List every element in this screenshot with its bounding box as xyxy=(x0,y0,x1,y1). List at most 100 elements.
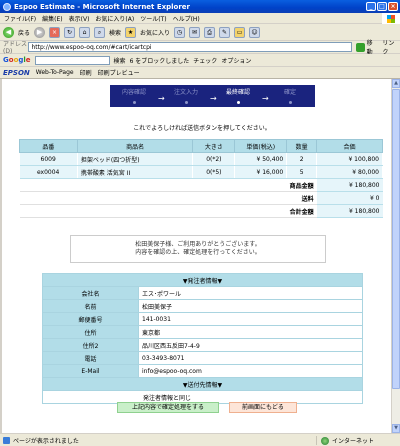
page-loaded-icon xyxy=(3,436,10,444)
home-icon[interactable]: ⌂ xyxy=(79,26,91,38)
step-4-label: 確定 xyxy=(283,89,296,96)
menu-favorites[interactable]: お気に入り(A) xyxy=(95,14,134,23)
thank-you-notice: 松田美保子様、ご利用ありがとうございます。 内容を確認の上、確定処理を行ってくだ… xyxy=(70,235,326,263)
table-row: 電話 03-3493-8071 xyxy=(42,351,363,365)
refresh-icon[interactable]: ↻ xyxy=(64,26,76,38)
scroll-down-icon[interactable]: ▼ xyxy=(392,424,400,433)
search-button[interactable]: 検索 xyxy=(109,28,121,37)
folder-icon[interactable]: ▭ xyxy=(234,26,246,38)
step-3-label: 最終確認 xyxy=(225,89,250,96)
google-search-input[interactable] xyxy=(34,55,110,65)
maximize-button[interactable]: □ xyxy=(377,2,387,11)
table-row: ex0004 携帯酸素 活気宮 II 0(*5) ¥ 16,000 5 ¥ 80… xyxy=(19,165,383,179)
item-no: ex0004 xyxy=(19,165,78,179)
close-button[interactable]: × xyxy=(388,2,398,11)
orderer-header: ▼発注者情報▼ xyxy=(42,273,363,287)
step-arrow-icon: → xyxy=(262,94,269,103)
product-name: 携帯酸素 活気宮 II xyxy=(77,165,194,179)
unit-price: ¥ 50,400 xyxy=(234,152,288,166)
step-arrow-icon: → xyxy=(210,94,217,103)
address-input[interactable]: http://www.espoo-oq.com/#cart/icartcpi xyxy=(28,42,352,52)
favorites-button[interactable]: お気に入り xyxy=(140,28,170,37)
size: 0(*2) xyxy=(192,152,236,166)
total-label: 合計金額 xyxy=(19,204,317,218)
shipping-header: ▼送付先情報▼ xyxy=(42,377,363,391)
amount: ¥ 100,800 xyxy=(316,152,383,166)
epson-print-button[interactable]: 印刷 xyxy=(80,68,92,77)
back-to-previous-button[interactable]: 前画面にもどる xyxy=(229,402,297,413)
address-label: アドレス(D) xyxy=(3,41,28,55)
google-search-button[interactable]: 検索 xyxy=(114,56,126,65)
address2-value: 品川区西五反田7-4-9 xyxy=(138,338,363,352)
stop-icon[interactable]: × xyxy=(49,26,61,38)
email-value: info@espoo-oq.com xyxy=(138,364,363,378)
phone-value: 03-3493-8071 xyxy=(138,351,363,365)
menu-tools[interactable]: ツール(T) xyxy=(140,14,166,23)
google-options-button[interactable]: オプション xyxy=(221,56,251,65)
search-icon[interactable]: ⌕ xyxy=(94,26,106,38)
spell-check-button[interactable]: チェック xyxy=(193,56,217,65)
scroll-up-icon[interactable]: ▲ xyxy=(392,79,400,88)
col-size: 大きさ xyxy=(192,139,236,153)
field-label: 住所2 xyxy=(42,338,139,352)
shipping-label: 送料 xyxy=(19,191,317,205)
menu-view[interactable]: 表示(V) xyxy=(69,14,90,23)
size: 0(*5) xyxy=(192,165,236,179)
mail-icon[interactable]: ✉ xyxy=(189,26,201,38)
qty: 2 xyxy=(286,152,318,166)
vertical-scrollbar[interactable]: ▲ ▼ xyxy=(391,79,400,433)
table-row: 6009 担架ベッド(四つ折型) 0(*2) ¥ 50,400 2 ¥ 100,… xyxy=(19,152,383,166)
status-text: ページが表示されました xyxy=(13,437,79,445)
ie-icon xyxy=(3,2,11,11)
popup-blocked-button[interactable]: 6 をブロックしました xyxy=(130,56,190,65)
col-item-no: 品番 xyxy=(19,139,78,153)
messenger-icon[interactable]: ☺ xyxy=(249,26,261,38)
web-to-page-button[interactable]: Web-To-Page xyxy=(36,69,74,76)
scroll-thumb[interactable] xyxy=(392,89,400,389)
step-2: 注文入力 xyxy=(166,87,206,104)
instruction-text: これでよろしければ送信ボタンを押してください。 xyxy=(133,125,271,132)
window-titlebar: Espoo Estimate - Microsoft Internet Expl… xyxy=(0,0,400,13)
field-label: 名前 xyxy=(42,299,139,313)
menu-help[interactable]: ヘルプ(H) xyxy=(173,14,200,23)
window-title: Espoo Estimate - Microsoft Internet Expl… xyxy=(14,2,190,11)
notice-line-1: 松田美保子様、ご利用ありがとうございます。 xyxy=(135,241,261,248)
favorites-star-icon[interactable]: ★ xyxy=(125,26,137,38)
google-logo: Google xyxy=(3,56,31,64)
standard-toolbar: ◀ 戻る ▶ × ↻ ⌂ ⌕ 検索 ★ お気に入り ◷ ✉ ⎙ ✎ ▭ ☺ xyxy=(0,24,400,41)
minimize-button[interactable]: _ xyxy=(366,2,376,11)
step-2-label: 注文入力 xyxy=(173,89,198,96)
cart-header-row: 品番 商品名 大きさ 単価(税込) 数量 合価 xyxy=(19,139,383,153)
history-icon[interactable]: ◷ xyxy=(174,26,186,38)
orderer-info-table: ▼発注者情報▼ 会社名 エス･ポワール 名前 松田美保子 郵便番号 141-0031 … xyxy=(42,273,363,404)
action-buttons: 上記内容で確定処理をする 前画面にもどる xyxy=(117,402,297,413)
step-dot-icon xyxy=(184,101,188,104)
product-name: 担架ベッド(四つ折型) xyxy=(77,152,194,166)
print-icon[interactable]: ⎙ xyxy=(204,26,216,38)
edit-icon[interactable]: ✎ xyxy=(219,26,231,38)
back-arrow-icon[interactable]: ◀ xyxy=(3,26,14,38)
shipping-value: ¥ 0 xyxy=(316,191,383,205)
zone-label: インターネット xyxy=(331,438,374,445)
confirm-order-button[interactable]: 上記内容で確定処理をする xyxy=(117,402,219,413)
menu-bar: ファイル(F) 編集(E) 表示(V) お気に入り(A) ツール(T) ヘルプ(… xyxy=(0,13,400,24)
table-row: 郵便番号 141-0031 xyxy=(42,312,363,326)
forward-arrow-icon[interactable]: ▶ xyxy=(34,26,46,38)
step-1-label: 内容確認 xyxy=(121,89,146,96)
table-row: 会社名 エス･ポワール xyxy=(42,286,363,300)
name-value: 松田美保子 xyxy=(138,299,363,313)
company-value: エス･ポワール xyxy=(138,286,363,300)
epson-logo: EPSON xyxy=(3,68,30,77)
total-row: 合計金額 ¥ 180,800 xyxy=(19,204,383,218)
step-dot-icon xyxy=(288,101,292,104)
total-value: ¥ 180,800 xyxy=(316,204,383,218)
col-amount: 合価 xyxy=(316,139,383,153)
back-button[interactable]: 戻る xyxy=(18,28,30,37)
menu-file[interactable]: ファイル(F) xyxy=(4,14,36,23)
page-content: 内容確認 → 注文入力 → 最終確認 → 確定 これでよろしければ送信ボタンを押… xyxy=(0,79,400,433)
address-value: 東京都 xyxy=(138,325,363,339)
epson-preview-button[interactable]: 印刷プレビュー xyxy=(98,68,140,77)
step-dot-icon xyxy=(236,101,240,104)
menu-edit[interactable]: 編集(E) xyxy=(42,14,62,23)
step-dot-icon xyxy=(132,101,136,104)
